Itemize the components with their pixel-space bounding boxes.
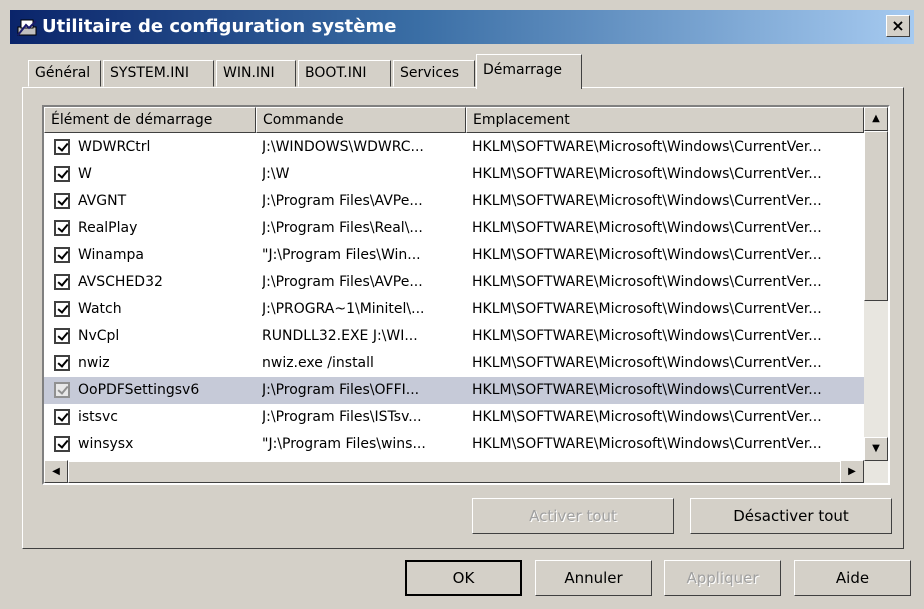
startup-item-checkbox[interactable] bbox=[54, 193, 70, 209]
tab-boot-ini[interactable]: BOOT.INI bbox=[298, 60, 391, 87]
column-header-location[interactable]: Emplacement bbox=[466, 107, 864, 133]
startup-item-checkbox[interactable] bbox=[54, 220, 70, 236]
startup-item-location: HKLM\SOFTWARE\Microsoft\Windows\CurrentV… bbox=[472, 409, 822, 425]
list-item[interactable]: istsvc J:\Program Files\ISTsv... HKLM\SOFT… bbox=[44, 404, 864, 431]
startup-item-location: HKLM\SOFTWARE\Microsoft\Windows\CurrentV… bbox=[472, 436, 822, 452]
startup-item-location: HKLM\SOFTWARE\Microsoft\Windows\CurrentV… bbox=[472, 247, 822, 263]
startup-item-checkbox[interactable] bbox=[54, 328, 70, 344]
startup-item-location: HKLM\SOFTWARE\Microsoft\Windows\CurrentV… bbox=[472, 193, 822, 209]
arrow-down-icon[interactable]: ▼ bbox=[864, 437, 888, 461]
startup-item-checkbox[interactable] bbox=[54, 166, 70, 182]
tab-startup[interactable]: Démarrage bbox=[476, 54, 582, 89]
startup-item-command: RUNDLL32.EXE J:\WI... bbox=[262, 328, 418, 344]
startup-item-command: J:\W bbox=[262, 166, 290, 182]
help-button[interactable]: Aide bbox=[794, 560, 911, 596]
startup-item-checkbox[interactable] bbox=[54, 355, 70, 371]
startup-item-location: HKLM\SOFTWARE\Microsoft\Windows\CurrentV… bbox=[472, 220, 822, 236]
tab-services[interactable]: Services bbox=[393, 60, 475, 87]
startup-item-command: J:\PROGRA~1\Minitel\... bbox=[262, 301, 425, 317]
startup-item-name: istsvc bbox=[78, 409, 118, 425]
startup-item-command: J:\Program Files\Real\... bbox=[262, 220, 423, 236]
startup-item-name: AVSCHED32 bbox=[78, 274, 163, 290]
list-item[interactable]: RealPlay J:\Program Files\Real\... HKLM\SO… bbox=[44, 215, 864, 242]
window-title: Utilitaire de configuration système bbox=[42, 16, 397, 37]
list-item[interactable]: Winampa "J:\Program Files\Win... HKLM\SOFT… bbox=[44, 242, 864, 269]
list-item[interactable]: W J:\W HKLM\SOFTWARE\Microsoft\Windows\Cur… bbox=[44, 161, 864, 188]
tab-system-ini[interactable]: SYSTEM.INI bbox=[103, 60, 214, 87]
list-header: Élément de démarrage Commande Emplacemen… bbox=[44, 107, 864, 133]
list-item[interactable]: AVSCHED32 J:\Program Files\AVPe... HKLM\SO… bbox=[44, 269, 864, 296]
startup-item-command: J:\Program Files\AVPe... bbox=[262, 274, 423, 290]
apply-label: Appliquer bbox=[686, 569, 759, 587]
startup-item-checkbox[interactable] bbox=[54, 382, 70, 398]
close-icon: × bbox=[891, 16, 905, 35]
column-header-startup-item[interactable]: Élément de démarrage bbox=[44, 107, 256, 133]
list-item[interactable]: WDWRCtrl J:\WINDOWS\WDWRC... HKLM\SOFTWARE… bbox=[44, 134, 864, 161]
ok-label: OK bbox=[452, 569, 475, 587]
startup-item-name: Watch bbox=[78, 301, 122, 317]
startup-item-name: W bbox=[78, 166, 92, 182]
vertical-scrollbar[interactable]: ▲ ▼ bbox=[864, 107, 888, 461]
startup-item-checkbox[interactable] bbox=[54, 139, 70, 155]
startup-item-location: HKLM\SOFTWARE\Microsoft\Windows\CurrentV… bbox=[472, 139, 822, 155]
arrow-left-icon[interactable]: ◀ bbox=[44, 460, 68, 483]
startup-item-command: J:\Program Files\ISTsv... bbox=[262, 409, 422, 425]
startup-item-location: HKLM\SOFTWARE\Microsoft\Windows\CurrentV… bbox=[472, 382, 822, 398]
title-bar[interactable]: Utilitaire de configuration système × bbox=[10, 10, 914, 44]
column-header-command[interactable]: Commande bbox=[256, 107, 466, 133]
ok-button[interactable]: OK bbox=[405, 560, 522, 596]
enable-all-label: Activer tout bbox=[529, 507, 617, 525]
startup-item-command: "J:\Program Files\wins... bbox=[262, 436, 426, 452]
startup-item-name: NvCpl bbox=[78, 328, 120, 344]
startup-item-checkbox[interactable] bbox=[54, 436, 70, 452]
arrow-up-icon[interactable]: ▲ bbox=[864, 107, 888, 131]
cancel-button[interactable]: Annuler bbox=[535, 560, 652, 596]
startup-list[interactable]: Élément de démarrage Commande Emplacemen… bbox=[42, 105, 890, 485]
startup-item-command: J:\WINDOWS\WDWRC... bbox=[262, 139, 424, 155]
list-item[interactable]: AVGNT J:\Program Files\AVPe... HKLM\SOFTWA… bbox=[44, 188, 864, 215]
list-item[interactable]: OoPDFSettingsv6 J:\Program Files\OFFI... H… bbox=[44, 377, 864, 404]
startup-item-name: nwiz bbox=[78, 355, 110, 371]
system-config-window: Utilitaire de configuration système × Gé… bbox=[0, 0, 924, 609]
enable-all-button[interactable]: Activer tout bbox=[472, 498, 674, 534]
disable-all-button[interactable]: Désactiver tout bbox=[690, 498, 892, 534]
startup-item-name: OoPDFSettingsv6 bbox=[78, 382, 200, 398]
startup-item-location: HKLM\SOFTWARE\Microsoft\Windows\CurrentV… bbox=[472, 355, 822, 371]
disable-all-label: Désactiver tout bbox=[733, 507, 849, 525]
arrow-right-icon[interactable]: ▶ bbox=[840, 460, 864, 483]
startup-item-checkbox[interactable] bbox=[54, 409, 70, 425]
startup-item-location: HKLM\SOFTWARE\Microsoft\Windows\CurrentV… bbox=[472, 166, 822, 182]
tab-win-ini[interactable]: WIN.INI bbox=[216, 60, 296, 87]
system-config-icon bbox=[17, 19, 37, 36]
startup-item-location: HKLM\SOFTWARE\Microsoft\Windows\CurrentV… bbox=[472, 301, 822, 317]
apply-button[interactable]: Appliquer bbox=[664, 560, 781, 596]
startup-item-command: J:\Program Files\OFFI... bbox=[262, 382, 420, 398]
startup-item-command: "J:\Program Files\Win... bbox=[262, 247, 421, 263]
startup-item-location: HKLM\SOFTWARE\Microsoft\Windows\CurrentV… bbox=[472, 274, 822, 290]
startup-item-name: winsysx bbox=[78, 436, 134, 452]
horizontal-scrollbar[interactable]: ◀ ▶ bbox=[44, 460, 888, 483]
tab-general[interactable]: Général bbox=[28, 60, 101, 87]
horizontal-scroll-thumb[interactable] bbox=[68, 461, 862, 483]
list-item[interactable]: winsysx "J:\Program Files\wins... HKLM\SOF… bbox=[44, 431, 864, 458]
list-item[interactable]: nwiz nwiz.exe /install HKLM\SOFTWARE\Micro… bbox=[44, 350, 864, 377]
cancel-label: Annuler bbox=[564, 569, 623, 587]
startup-item-name: WDWRCtrl bbox=[78, 139, 151, 155]
help-label: Aide bbox=[835, 569, 870, 587]
list-item[interactable]: NvCpl RUNDLL32.EXE J:\WI... HKLM\SOFTWARE\… bbox=[44, 323, 864, 350]
startup-item-checkbox[interactable] bbox=[54, 301, 70, 317]
startup-item-name: AVGNT bbox=[78, 193, 127, 209]
startup-item-name: RealPlay bbox=[78, 220, 138, 236]
startup-item-checkbox[interactable] bbox=[54, 274, 70, 290]
close-button[interactable]: × bbox=[886, 15, 910, 37]
list-item[interactable]: Watch J:\PROGRA~1\Minitel\... HKLM\SOFTWAR… bbox=[44, 296, 864, 323]
startup-item-checkbox[interactable] bbox=[54, 247, 70, 263]
startup-item-command: nwiz.exe /install bbox=[262, 355, 374, 371]
startup-item-command: J:\Program Files\AVPe... bbox=[262, 193, 423, 209]
startup-item-name: Winampa bbox=[78, 247, 144, 263]
startup-item-location: HKLM\SOFTWARE\Microsoft\Windows\CurrentV… bbox=[472, 328, 822, 344]
vertical-scroll-thumb[interactable] bbox=[864, 131, 888, 301]
